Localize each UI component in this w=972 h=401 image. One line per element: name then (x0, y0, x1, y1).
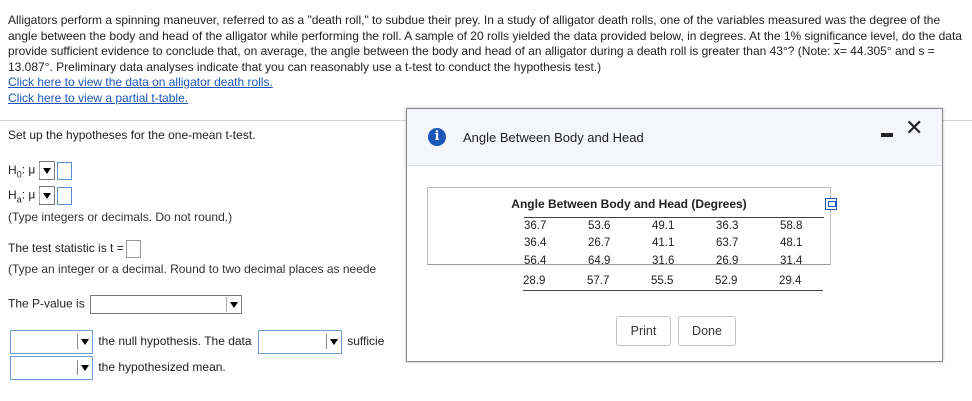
table-cell: 31.4 (780, 255, 803, 267)
table-cell: 48.1 (780, 237, 803, 249)
table-title: Angle Between Body and Head (Degrees) (511, 197, 747, 211)
dialog-header: i Angle Between Body and Head ✕ (407, 109, 942, 166)
hypothesized-mean-text: the hypothesized mean. (98, 360, 226, 375)
data-link[interactable]: Click here to view the data on alligator… (8, 75, 968, 91)
table-cell: 58.8 (780, 220, 803, 232)
ha-operator-select[interactable] (38, 186, 55, 205)
table-cell: 64.9 (588, 255, 611, 267)
data-table: Angle Between Body and Head (Degrees) 36… (427, 187, 831, 267)
reject-select[interactable] (10, 330, 93, 354)
alt-hypothesis-row: Ha: μ (8, 186, 72, 205)
conclusion-row: the null hypothesis. The data sufficie (10, 330, 384, 354)
table-cell: 36.4 (524, 237, 547, 249)
ha-label: Ha (8, 187, 22, 205)
null-hypothesis-text: the null hypothesis. The data (98, 334, 252, 349)
table-cell: 55.5 (651, 275, 674, 287)
table-cell: 36.3 (716, 220, 739, 232)
table-cell: 41.1 (652, 237, 675, 249)
ha-value-input[interactable] (56, 186, 72, 205)
p-value-row: The P-value is (8, 295, 243, 314)
null-hypothesis-row: H0: μ (8, 161, 72, 180)
test-statistic-input[interactable] (125, 240, 141, 258)
copy-data-icon[interactable] (825, 198, 837, 210)
table-row: 36.4 26.7 41.1 63.7 48.1 (524, 235, 824, 253)
h0-operator-select[interactable] (38, 161, 55, 180)
hyp-mean-row: the hypothesized mean. (10, 356, 226, 380)
data-provide-select[interactable] (257, 330, 342, 354)
minimize-icon[interactable] (881, 133, 893, 137)
dialog-title: Angle Between Body and Head (463, 130, 644, 145)
table-cell: 49.1 (652, 220, 675, 232)
rounding-note-1: (Type integers or decimals. Do not round… (8, 210, 233, 224)
table-row: 28.9 57.7 55.5 52.9 29.4 (523, 273, 823, 291)
mu-symbol: : μ (21, 187, 36, 202)
mean-comparison-select[interactable] (10, 356, 93, 380)
print-button[interactable]: Print (616, 316, 671, 346)
problem-text-1: Alligators perform a spinning maneuver, … (8, 13, 962, 58)
info-icon: i (428, 128, 446, 146)
table-cell: 29.4 (779, 275, 802, 287)
table-cell: 53.6 (588, 220, 611, 232)
table-cell: 26.9 (716, 255, 739, 267)
table-cell: 26.7 (588, 237, 611, 249)
sufficient-text: sufficie (347, 334, 385, 349)
h0-value-input[interactable] (56, 161, 72, 180)
table-row: 36.7 53.6 49.1 36.3 58.8 (524, 217, 824, 235)
setup-instruction: Set up the hypotheses for the one-mean t… (8, 128, 256, 142)
p-value-label: The P-value is (8, 296, 85, 311)
close-icon[interactable]: ✕ (905, 117, 923, 139)
data-dialog: i Angle Between Body and Head ✕ Angle Be… (406, 108, 943, 362)
table-row: 56.4 64.9 31.6 26.9 31.4 (524, 253, 824, 271)
rounding-note-2: (Type an integer or a decimal. Round to … (8, 262, 377, 276)
t-table-link[interactable]: Click here to view a partial t-table. (8, 91, 968, 107)
table-cell: 63.7 (716, 237, 739, 249)
done-button[interactable]: Done (678, 316, 736, 346)
test-statistic-label: The test statistic is t = (8, 241, 124, 256)
mu-symbol: : μ (21, 162, 36, 177)
problem-statement: Alligators perform a spinning maneuver, … (8, 13, 968, 106)
table-cell: 57.7 (587, 275, 610, 287)
h0-label: H0 (8, 162, 22, 180)
table-cell: 52.9 (715, 275, 738, 287)
table-cell: 31.6 (652, 255, 675, 267)
table-cell: 56.4 (524, 255, 547, 267)
table-cell: 28.9 (523, 275, 546, 287)
test-statistic-row: The test statistic is t = (8, 240, 141, 258)
table-cell: 36.7 (524, 220, 547, 232)
p-value-select[interactable] (90, 295, 243, 314)
